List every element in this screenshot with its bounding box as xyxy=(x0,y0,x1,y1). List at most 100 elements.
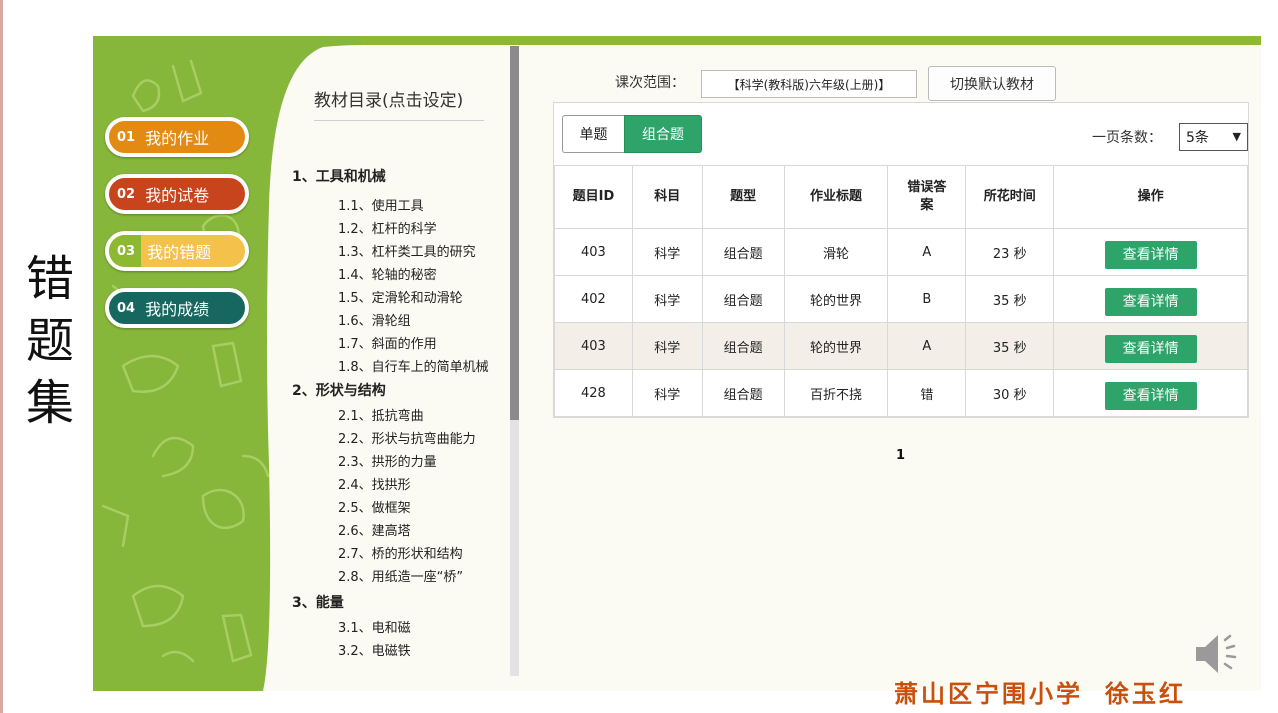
slide-title-char: 题 xyxy=(25,313,74,369)
speaker-icon[interactable] xyxy=(1192,630,1252,678)
textbook-catalog: 教材目录(点击设定) 1、工具和机械 1.1、使用工具 1.2、杠杆的科学 1.… xyxy=(278,76,503,691)
cell-time: 23 秒 xyxy=(965,228,1055,276)
cell-title: 百折不挠 xyxy=(783,369,889,417)
per-page-select[interactable]: 5条 ▼ xyxy=(1179,123,1248,151)
column-header: 错误答案 xyxy=(887,165,967,229)
sidebar-item-number: 01 xyxy=(117,129,136,145)
sidebar-item-number: 03 xyxy=(109,235,142,267)
table-row: 403 科学 组合题 滑轮 A 23 秒 查看详情 xyxy=(554,228,1248,276)
sidebar-item-label: 我的成绩 xyxy=(145,300,210,319)
view-detail-button[interactable]: 查看详情 xyxy=(1104,241,1197,269)
sidebar-item-label: 我的错题 xyxy=(147,243,212,262)
cell-action: 查看详情 xyxy=(1053,275,1248,323)
per-page-value: 5条 xyxy=(1186,130,1209,146)
table-row: 428 科学 组合题 百折不挠 错 30 秒 查看详情 xyxy=(554,369,1248,417)
cell-action: 查看详情 xyxy=(1053,369,1248,417)
column-header: 作业标题 xyxy=(783,165,889,229)
cell-id: 428 xyxy=(554,369,633,417)
slide-title: 错 题 集 xyxy=(18,248,82,434)
catalog-title[interactable]: 教材目录(点击设定) xyxy=(314,86,484,121)
cell-action: 查看详情 xyxy=(1053,228,1248,276)
catalog-lesson[interactable]: 2.2、形状与抗弯曲能力 xyxy=(338,428,476,447)
cell-type: 组合题 xyxy=(701,322,785,370)
cell-type: 组合题 xyxy=(701,275,785,323)
catalog-lesson[interactable]: 2.3、拱形的力量 xyxy=(338,451,437,470)
app-window: 01 我的作业 02 我的试卷 03 我的错题 04 我的成绩 教材目录(点击设… xyxy=(93,36,1261,691)
cell-wrong-answer: A xyxy=(887,228,967,276)
sidebar-item-number: 04 xyxy=(117,300,136,316)
column-header: 题目ID xyxy=(554,165,633,229)
catalog-scrollbar-thumb[interactable] xyxy=(510,46,519,420)
scope-label: 课次范围： xyxy=(615,75,685,91)
catalog-lesson[interactable]: 1.7、斜面的作用 xyxy=(338,333,437,352)
catalog-lesson[interactable]: 2.5、做框架 xyxy=(338,497,411,516)
tab-single-question[interactable]: 单题 xyxy=(562,115,624,153)
sidebar-item-homework[interactable]: 01 我的作业 xyxy=(105,117,249,157)
pagination-current-page[interactable]: 1 xyxy=(896,448,905,463)
view-detail-button[interactable]: 查看详情 xyxy=(1104,335,1197,363)
slide-edge-line xyxy=(0,0,3,713)
cell-time: 30 秒 xyxy=(965,369,1055,417)
view-detail-button[interactable]: 查看详情 xyxy=(1104,382,1197,410)
author-name: 徐玉红 xyxy=(1105,679,1186,708)
catalog-lesson[interactable]: 1.1、使用工具 xyxy=(338,195,424,214)
cell-id: 403 xyxy=(554,228,633,276)
catalog-chapter[interactable]: 1、工具和机械 xyxy=(292,166,386,186)
cell-wrong-answer: A xyxy=(887,322,967,370)
table-row: 403 科学 组合题 轮的世界 A 35 秒 查看详情 xyxy=(554,322,1248,370)
catalog-lesson[interactable]: 1.2、杠杆的科学 xyxy=(338,218,437,237)
cell-time: 35 秒 xyxy=(965,275,1055,323)
scope-value: 【科学(教科版)六年级(上册)】 xyxy=(701,70,917,98)
catalog-lesson[interactable]: 1.6、滑轮组 xyxy=(338,310,411,329)
sidebar-item-wrong-questions[interactable]: 03 我的错题 xyxy=(105,231,249,271)
catalog-chapter[interactable]: 2、形状与结构 xyxy=(292,380,386,400)
cell-subject: 科学 xyxy=(631,275,703,323)
cell-wrong-answer: 错 xyxy=(887,369,967,417)
switch-textbook-button[interactable]: 切换默认教材 xyxy=(928,66,1056,101)
sidebar-item-grades[interactable]: 04 我的成绩 xyxy=(105,288,249,328)
catalog-lesson[interactable]: 2.1、抵抗弯曲 xyxy=(338,405,424,424)
cell-id: 402 xyxy=(554,275,633,323)
sidebar-item-label: 我的作业 xyxy=(145,129,210,148)
catalog-lesson[interactable]: 1.4、轮轴的秘密 xyxy=(338,264,437,283)
column-header: 科目 xyxy=(631,165,703,229)
catalog-lesson[interactable]: 2.4、找拱形 xyxy=(338,474,411,493)
view-detail-button[interactable]: 查看详情 xyxy=(1104,288,1197,316)
column-header: 操作 xyxy=(1053,165,1248,229)
table-row: 402 科学 组合题 轮的世界 B 35 秒 查看详情 xyxy=(554,275,1248,323)
cell-type: 组合题 xyxy=(701,228,785,276)
cell-id: 403 xyxy=(554,322,633,370)
slide-title-char: 错 xyxy=(25,251,74,307)
sidebar-item-label: 我的试卷 xyxy=(145,186,210,205)
cell-subject: 科学 xyxy=(631,322,703,370)
sidebar-item-number: 02 xyxy=(117,186,136,202)
cell-subject: 科学 xyxy=(631,369,703,417)
catalog-lesson[interactable]: 1.5、定滑轮和动滑轮 xyxy=(338,287,463,306)
slide-title-char: 集 xyxy=(25,375,74,431)
caret-down-icon: ▼ xyxy=(1232,130,1241,143)
catalog-lesson[interactable]: 2.7、桥的形状和结构 xyxy=(338,543,463,562)
catalog-chapter[interactable]: 3、能量 xyxy=(292,592,344,612)
column-header: 所花时间 xyxy=(965,165,1055,229)
per-page-label: 一页条数： xyxy=(1092,130,1162,146)
tab-group-question[interactable]: 组合题 xyxy=(624,115,702,153)
catalog-lesson[interactable]: 1.8、自行车上的简单机械 xyxy=(338,356,489,375)
catalog-lesson[interactable]: 3.1、电和磁 xyxy=(338,617,411,636)
cell-action: 查看详情 xyxy=(1053,322,1248,370)
sidebar-item-exams[interactable]: 02 我的试卷 xyxy=(105,174,249,214)
cell-subject: 科学 xyxy=(631,228,703,276)
cell-title: 轮的世界 xyxy=(783,322,889,370)
school-signature: 萧山区宁围小学 徐玉红 xyxy=(894,674,1186,709)
cell-title: 轮的世界 xyxy=(783,275,889,323)
catalog-lesson[interactable]: 3.2、电磁铁 xyxy=(338,640,411,659)
catalog-lesson[interactable]: 2.6、建高塔 xyxy=(338,520,411,539)
wrong-question-list: 单题 组合题 一页条数： 5条 ▼ 题目ID 科目 题型 作业标题 错误答案 所… xyxy=(553,102,1249,418)
cell-wrong-answer: B xyxy=(887,275,967,323)
cell-type: 组合题 xyxy=(701,369,785,417)
catalog-lesson[interactable]: 2.8、用纸造一座“桥” xyxy=(338,566,463,585)
school-name: 萧山区宁围小学 xyxy=(894,679,1083,708)
cell-title: 滑轮 xyxy=(783,228,889,276)
catalog-lesson[interactable]: 1.3、杠杆类工具的研究 xyxy=(338,241,476,260)
wrong-question-table: 题目ID 科目 题型 作业标题 错误答案 所花时间 操作 403 科学 组合题 … xyxy=(554,165,1248,417)
cell-time: 35 秒 xyxy=(965,322,1055,370)
